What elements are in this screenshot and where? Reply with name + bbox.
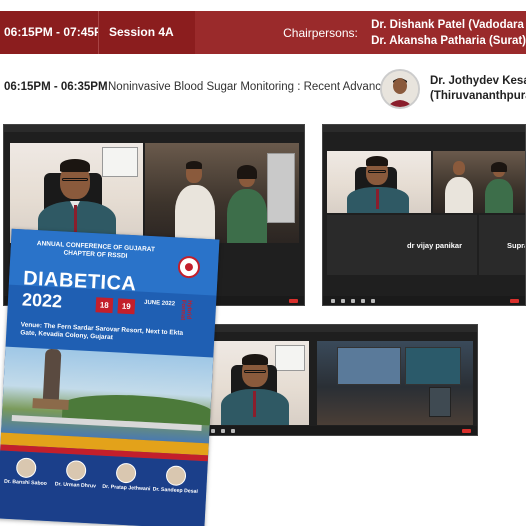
avatar — [115, 462, 137, 484]
participants-icon[interactable] — [221, 428, 225, 433]
poster-person-name: Dr. Urman Dhruv — [54, 481, 97, 490]
talk-title: Noninvasive Blood Sugar Monitoring : Rec… — [108, 81, 394, 93]
video-tile-speaker — [10, 143, 143, 243]
end-call-button[interactable] — [510, 298, 519, 303]
poster-year: 2022 — [21, 289, 63, 312]
zoom-toolbar — [193, 426, 477, 435]
zoom-toolbar — [323, 296, 525, 305]
poster-person-name: Dr. Sandeep Desai — [152, 486, 199, 495]
session-header: 06:15PM - 07:45PM Session 4A Chairperson… — [0, 11, 526, 54]
video-tile-hall — [145, 143, 299, 243]
avatar — [15, 457, 37, 479]
participant-name-2: Supra — [507, 241, 525, 250]
poster-person-4: Dr. Sandeep Desai — [152, 465, 199, 495]
poster-footer: Dr. Banshi Saboo Dr. Urman Dhruv Dr. Pra… — [0, 450, 208, 526]
video-tile-participant-1: dr vijay panikar — [327, 215, 477, 275]
chairpersons-names: Dr. Dishank Patel (Vadodara Dr. Akansha … — [371, 17, 526, 49]
chairpersons-block: Chairpersons: Dr. Dishank Patel (Vadodar… — [195, 11, 526, 54]
poster-mode: Hybrid Format — [179, 299, 193, 321]
projection-screen — [337, 347, 401, 385]
speaker-figure — [217, 349, 293, 425]
chairperson-2: Dr. Akansha Patharia (Surat) — [371, 34, 526, 47]
zoom-title-bar — [323, 125, 525, 132]
poster-person-2: Dr. Urman Dhruv — [52, 459, 99, 490]
session-time: 06:15PM - 07:45PM — [0, 11, 112, 54]
video-tile-speaker — [205, 341, 309, 425]
side-banner — [267, 153, 295, 223]
video-icon[interactable] — [341, 298, 345, 303]
share-icon[interactable] — [371, 298, 375, 303]
poster-person-3: Dr. Pratap Jethwani — [102, 462, 151, 493]
poster-venue: Venue: The Fern Sardar Sarovar Resort, N… — [20, 321, 184, 342]
statue-base — [32, 398, 69, 410]
chairperson-1: Dr. Dishank Patel (Vadodara — [371, 18, 524, 31]
video-tile-hall — [317, 341, 473, 425]
avatar — [65, 459, 87, 481]
poster-person-1: Dr. Banshi Saboo — [2, 457, 49, 487]
chat-icon[interactable] — [361, 298, 365, 303]
poster-landmark-image — [1, 346, 214, 444]
statue-icon — [42, 348, 62, 406]
speaker-portrait — [382, 71, 418, 107]
speaker-avatar — [380, 69, 420, 109]
participants-icon[interactable] — [351, 298, 355, 303]
podium — [429, 387, 451, 417]
audience-figure-1 — [445, 161, 473, 213]
stage-banner — [405, 347, 461, 385]
speaker-figure — [343, 153, 413, 213]
audience-figure-2 — [485, 162, 513, 213]
video-icon[interactable] — [211, 428, 215, 433]
zoom-title-bar — [193, 325, 477, 332]
speaker-affiliation: (Thiruvananthpura — [430, 90, 526, 102]
zoom-window-top-right: dr vijay panikar Supra — [322, 124, 526, 306]
conference-poster: ANNUAL CONFERENCE OF GUJARAT CHAPTER OF … — [0, 228, 220, 526]
video-tile-speaker — [327, 151, 431, 213]
poster-person-name: Dr. Pratap Jethwani — [102, 483, 151, 493]
zoom-window-bottom-right — [192, 324, 478, 436]
speaker-name: Dr. Jothydev Kesav (Thiruvananthpura — [430, 74, 526, 104]
talk-row: 06:15PM - 06:35PM Noninvasive Blood Suga… — [0, 64, 526, 112]
video-tile-hall — [433, 151, 525, 213]
participant-name-1: dr vijay panikar — [407, 241, 463, 250]
poster-month: JUNE 2022 — [143, 299, 176, 308]
zoom-title-bar — [4, 125, 304, 132]
avatar — [165, 465, 187, 487]
poster-person-name: Dr. Banshi Saboo — [3, 478, 48, 487]
video-tile-participant-2: Supra — [479, 215, 525, 275]
end-call-button[interactable] — [289, 298, 298, 303]
audience-figure-2 — [227, 165, 267, 243]
mic-icon[interactable] — [331, 298, 335, 303]
session-name: Session 4A — [98, 11, 196, 54]
chat-icon[interactable] — [231, 428, 235, 433]
chairpersons-label: Chairpersons: — [283, 25, 358, 40]
poster-date-1: 18 — [95, 297, 114, 314]
speaker-name-line1: Dr. Jothydev Kesav — [430, 75, 526, 87]
speaker-figure — [32, 153, 122, 243]
end-call-button[interactable] — [462, 428, 471, 433]
audience-figure-1 — [175, 161, 215, 243]
talk-time: 06:15PM - 06:35PM — [4, 81, 108, 93]
page: 06:15PM - 07:45PM Session 4A Chairperson… — [0, 0, 526, 526]
poster-date-2: 19 — [117, 298, 136, 315]
